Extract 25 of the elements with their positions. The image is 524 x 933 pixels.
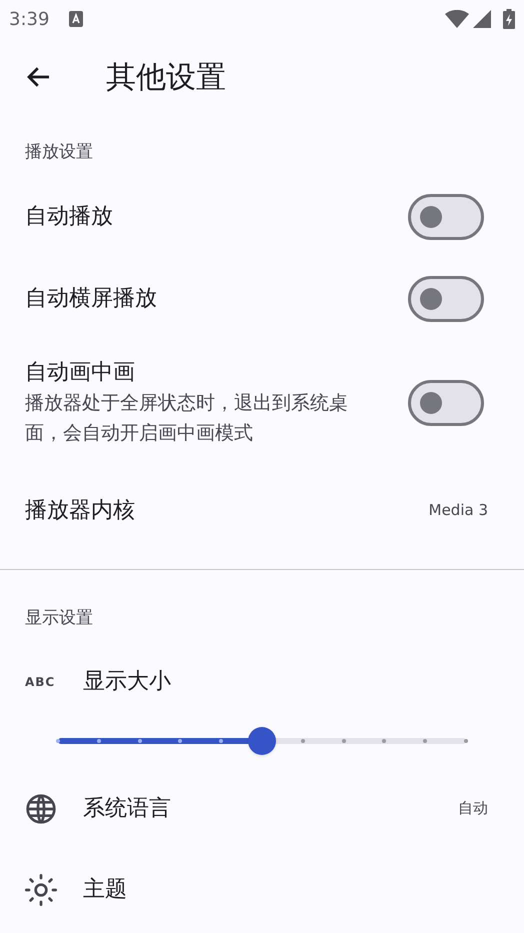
keyboard-notification-icon <box>69 11 84 27</box>
wifi-icon <box>445 10 469 28</box>
setting-value: 自动 <box>458 798 488 820</box>
status-time: 3:39 <box>9 8 50 32</box>
setting-description: 播放器处于全屏状态时，退出到系统桌面，会自动开启画中画模式 <box>25 390 349 446</box>
abc-icon: ABC <box>25 672 83 690</box>
setting-label: 显示大小 <box>83 668 171 696</box>
toggle-switch[interactable] <box>408 194 484 240</box>
globe-icon <box>25 792 57 824</box>
setting-label: 自动横屏播放 <box>25 284 157 312</box>
setting-label: 系统语言 <box>83 795 171 823</box>
signal-icon <box>473 10 491 28</box>
sun-icon <box>25 874 57 906</box>
setting-label: 播放器内核 <box>25 496 135 524</box>
section-header: 显示设置 <box>25 608 93 628</box>
page-title: 其他设置 <box>106 58 226 96</box>
setting-label: 主题 <box>83 876 127 904</box>
toggle-switch[interactable] <box>408 380 484 426</box>
setting-label: 自动画中画 <box>25 358 136 386</box>
setting-value: Media 3 <box>428 500 488 521</box>
battery-charging-icon <box>503 9 515 29</box>
setting-label: 自动播放 <box>25 202 113 230</box>
section-header: 播放设置 <box>25 142 93 162</box>
slider-thumb[interactable] <box>248 727 276 755</box>
toggle-switch[interactable] <box>408 276 484 322</box>
